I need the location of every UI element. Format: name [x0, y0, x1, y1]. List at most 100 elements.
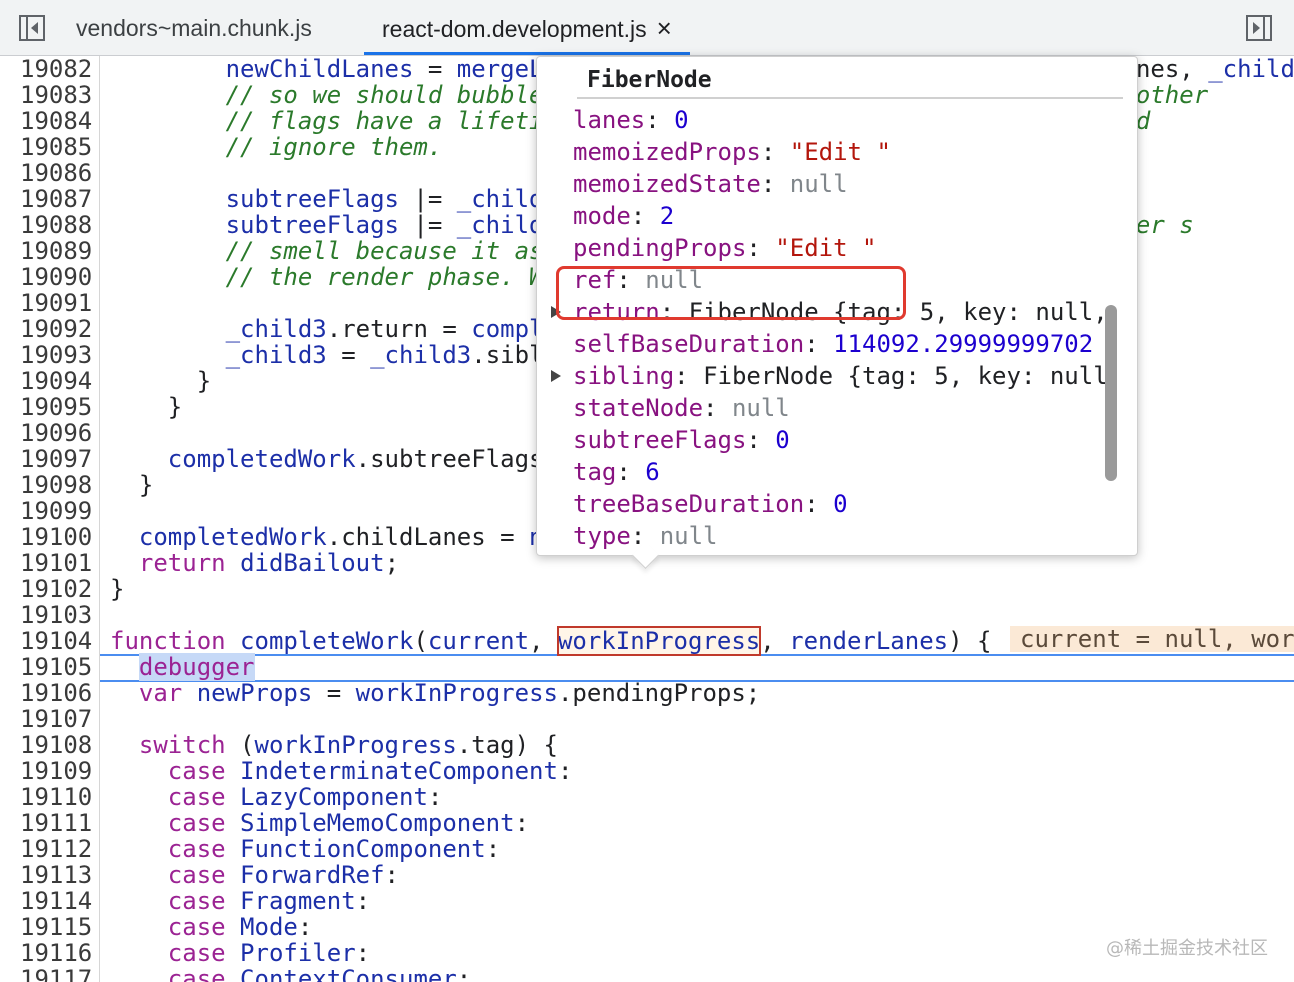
code-line: _child3 = _child3.sibl — [110, 342, 544, 368]
code-line: case Mode: — [110, 914, 313, 940]
code-token: SimpleMemoComponent — [240, 809, 515, 837]
line-number[interactable]: 19086 — [20, 160, 92, 186]
popover-scrollbar[interactable] — [1105, 305, 1117, 481]
property-value: 6 — [645, 458, 660, 486]
line-number[interactable]: 19096 — [20, 420, 92, 446]
code-token: |= — [398, 185, 457, 213]
line-number[interactable]: 19082 — [20, 56, 92, 82]
line-number[interactable]: 19106 — [20, 680, 92, 706]
property-value: "Edit " — [775, 234, 877, 262]
line-number[interactable]: 19084 — [20, 108, 92, 134]
line-number[interactable]: 19085 — [20, 134, 92, 160]
code-token: ContextConsumer — [240, 965, 457, 982]
code-token: case — [167, 861, 226, 889]
code-token: : — [355, 939, 371, 967]
code-token: subtreeFlags — [225, 185, 399, 213]
code-token: ForwardRef — [240, 861, 385, 889]
code-token: ( — [225, 731, 255, 759]
line-number[interactable]: 19092 — [20, 316, 92, 342]
line-number[interactable]: 19115 — [20, 914, 92, 940]
line-number[interactable]: 19105 — [20, 654, 92, 680]
pending-props-highlight-box — [556, 266, 906, 320]
line-number[interactable]: 19108 — [20, 732, 92, 758]
line-number[interactable]: 19101 — [20, 550, 92, 576]
code-token: : — [456, 965, 472, 982]
code-token: _child — [456, 185, 544, 213]
code-token: subtreeFlags — [225, 211, 399, 239]
line-number[interactable]: 19095 — [20, 394, 92, 420]
line-number[interactable]: 19112 — [20, 836, 92, 862]
line-number[interactable]: 19103 — [20, 602, 92, 628]
property-value: "Edit " — [789, 138, 891, 166]
line-number[interactable]: 19100 — [20, 524, 92, 550]
code-token: switch — [138, 731, 226, 759]
code-line: var newProps = workInProgress.pendingPro… — [110, 680, 760, 706]
tab-close-button[interactable]: × — [657, 13, 672, 43]
property-value: null — [731, 394, 790, 422]
line-number[interactable]: 19113 — [20, 862, 92, 888]
line-number[interactable]: 19099 — [20, 498, 92, 524]
property-key: sibling — [573, 362, 675, 390]
property-value: null — [789, 170, 848, 198]
code-line: case Profiler: — [110, 940, 370, 966]
property-row-sibling[interactable]: sibling: FiberNode {tag: 5, key: null, — [551, 361, 1123, 391]
code-token: .pendingProps; — [557, 679, 761, 707]
tab-bar: vendors~main.chunk.js react-dom.developm… — [0, 0, 1294, 56]
line-number[interactable]: 19102 — [20, 576, 92, 602]
code-token: .tag) { — [456, 731, 558, 759]
property-row-tag: tag: 6 — [573, 458, 660, 486]
tab-vendors-main-chunk[interactable]: vendors~main.chunk.js — [76, 0, 312, 55]
line-number[interactable]: 19093 — [20, 342, 92, 368]
line-number[interactable]: 19111 — [20, 810, 92, 836]
tab-label: vendors~main.chunk.js — [76, 15, 312, 41]
code-token: IndeterminateComponent — [240, 757, 558, 785]
line-number[interactable]: 19088 — [20, 212, 92, 238]
code-token: case — [167, 887, 226, 915]
line-number[interactable]: 19089 — [20, 238, 92, 264]
line-number[interactable]: 19114 — [20, 888, 92, 914]
line-number[interactable]: 19097 — [20, 446, 92, 472]
expand-triangle-icon[interactable] — [551, 370, 561, 382]
line-number[interactable]: 19094 — [20, 368, 92, 394]
line-number[interactable]: 19083 — [20, 82, 92, 108]
line-number[interactable]: 19098 — [20, 472, 92, 498]
code-line: case ContextConsumer: — [110, 966, 471, 982]
property-key: treeBaseDuration — [573, 490, 805, 518]
line-number[interactable]: 19109 — [20, 758, 92, 784]
code-line: // ignore them. — [110, 133, 443, 161]
line-number[interactable]: 19090 — [20, 264, 92, 290]
line-number[interactable]: 19110 — [20, 784, 92, 810]
sidebar-toggle-right-icon[interactable] — [1244, 13, 1274, 43]
code-token: , — [529, 627, 558, 655]
property-value: FiberNode {tag: 5, key: null, — [703, 362, 1123, 390]
code-token: _child3 — [225, 341, 327, 369]
property-row-subtreeflags: subtreeFlags: 0 — [573, 426, 790, 454]
code-token: case — [167, 783, 226, 811]
code-token: workInProgress — [355, 679, 558, 707]
property-key: memoizedProps — [573, 138, 761, 166]
tab-react-dom-development[interactable]: react-dom.development.js × — [364, 0, 690, 55]
code-token: case — [167, 809, 226, 837]
line-number[interactable]: 19091 — [20, 290, 92, 316]
line-number[interactable]: 19087 — [20, 186, 92, 212]
line-number[interactable]: 19104 — [20, 628, 92, 654]
line-number[interactable]: 19107 — [20, 706, 92, 732]
line-number[interactable]: 19117 — [20, 966, 92, 982]
code-line: completedWork.childLanes = n — [110, 524, 544, 550]
line-number[interactable]: 19116 — [20, 940, 92, 966]
sidebar-toggle-left-icon[interactable] — [17, 13, 47, 43]
property-value: 0 — [674, 106, 689, 134]
code-token: .return = — [326, 315, 472, 343]
